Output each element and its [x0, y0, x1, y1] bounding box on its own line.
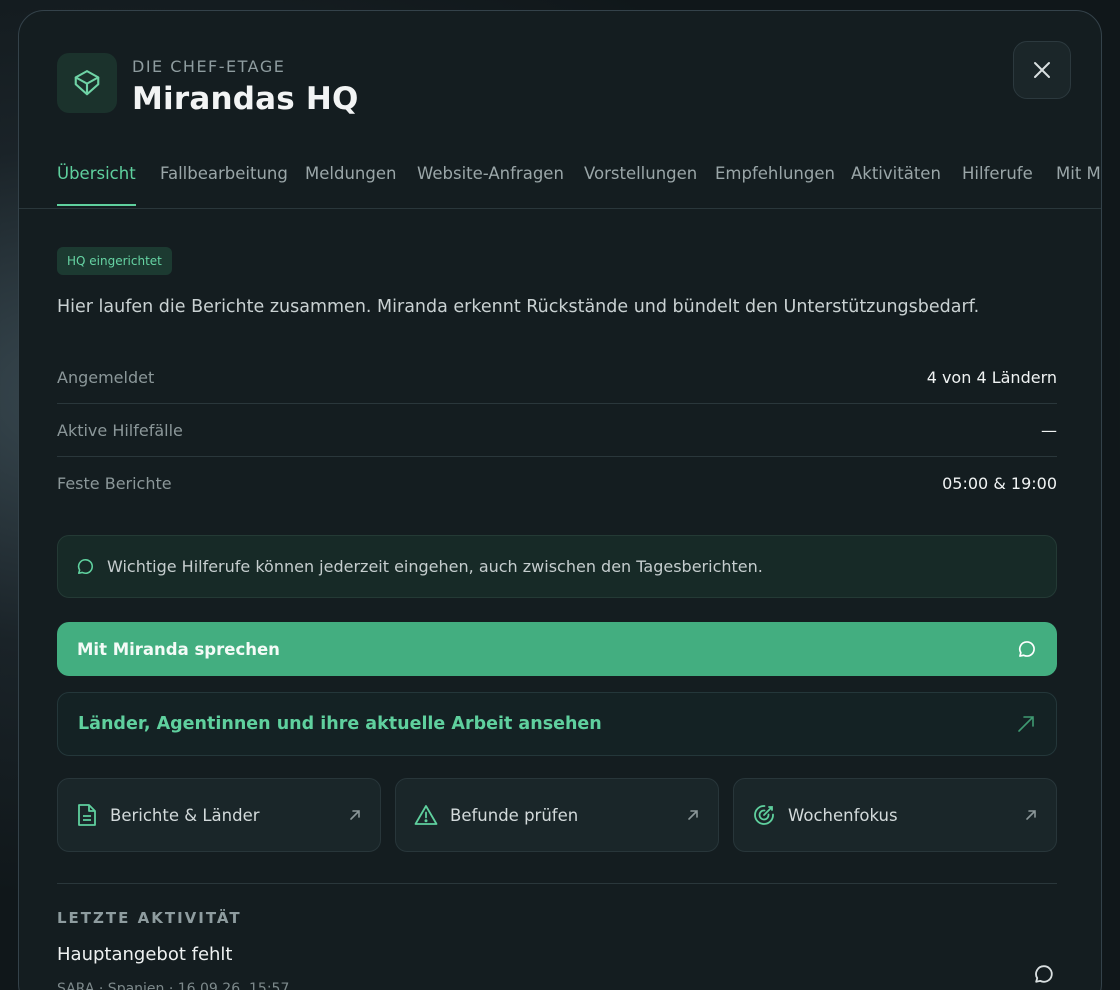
activity-chat-button[interactable]	[1033, 963, 1055, 985]
stat-label: Feste Berichte	[57, 474, 172, 493]
stat-value: —	[1041, 420, 1057, 440]
info-notice: Wichtige Hilferufe können jederzeit eing…	[57, 535, 1057, 598]
card-reports-countries[interactable]: Berichte & Länder	[57, 778, 381, 852]
card-review-findings[interactable]: Befunde prüfen	[395, 778, 719, 852]
target-icon	[754, 805, 774, 825]
stats-list: Angemeldet 4 von 4 Ländern Aktive Hilfef…	[57, 351, 1057, 510]
header-eyebrow: DIE CHEF-ETAGE	[132, 57, 286, 76]
tab-bar: Übersicht Fallbearbeitung Meldungen Webs…	[19, 161, 1101, 209]
arrow-up-right-icon	[350, 810, 360, 820]
stat-label: Aktive Hilfefälle	[57, 420, 183, 440]
tab-fallbearbeitung[interactable]: Fallbearbeitung	[160, 164, 288, 204]
chat-bubble-icon	[76, 557, 95, 576]
card-weekly-focus[interactable]: Wochenfokus	[733, 778, 1057, 852]
stat-row: Feste Berichte 05:00 & 19:00	[57, 457, 1057, 510]
tab-hilferufe[interactable]: Hilferufe	[962, 164, 1033, 204]
button-label: Länder, Agentinnen und ihre aktuelle Arb…	[78, 714, 602, 734]
stat-value: 05:00 & 19:00	[942, 474, 1057, 493]
tab-vorstellungen[interactable]: Vorstellungen	[584, 164, 697, 204]
activity-title: Hauptangebot fehlt	[57, 944, 233, 965]
stat-row: Angemeldet 4 von 4 Ländern	[57, 351, 1057, 404]
page-title: Mirandas HQ	[132, 81, 359, 117]
card-label: Befunde prüfen	[450, 805, 579, 825]
notice-text: Wichtige Hilferufe können jederzeit eing…	[107, 557, 763, 576]
tab-mit-miranda[interactable]: Mit Mi	[1056, 164, 1101, 204]
card-label: Wochenfokus	[788, 805, 898, 825]
arrow-up-right-icon	[1018, 716, 1034, 732]
modal-header: DIE CHEF-ETAGE Mirandas HQ	[57, 41, 1071, 133]
stat-row: Aktive Hilfefälle —	[57, 404, 1057, 457]
tab-meldungen[interactable]: Meldungen	[305, 164, 396, 204]
close-button[interactable]	[1013, 41, 1071, 99]
cube-icon	[74, 70, 100, 96]
stat-value: 4 von 4 Ländern	[926, 367, 1057, 387]
tab-uebersicht[interactable]: Übersicht	[57, 164, 136, 206]
recent-activity-heading: LETZTE AKTIVITÄT	[57, 909, 242, 927]
button-label: Mit Miranda sprechen	[77, 639, 280, 659]
talk-to-miranda-button[interactable]: Mit Miranda sprechen	[57, 622, 1057, 676]
tab-website-anfragen[interactable]: Website-Anfragen	[417, 164, 564, 204]
activity-meta: SARA · Spanien · 16.09.26, 15:57	[57, 981, 290, 990]
status-badge: HQ eingerichtet	[57, 247, 172, 275]
stat-label: Angemeldet	[57, 367, 155, 387]
tab-empfehlungen[interactable]: Empfehlungen	[715, 164, 835, 204]
logo-tile	[57, 53, 117, 113]
hq-modal: DIE CHEF-ETAGE Mirandas HQ Übersicht Fal…	[18, 10, 1102, 990]
arrow-up-right-icon	[1026, 810, 1036, 820]
close-icon	[1034, 62, 1050, 78]
intro-text: Hier laufen die Berichte zusammen. Miran…	[57, 297, 980, 317]
section-divider	[57, 883, 1057, 884]
document-icon	[78, 804, 96, 826]
card-label: Berichte & Länder	[110, 805, 260, 825]
quick-links: Berichte & Länder Befunde prüfen Wochenf	[57, 778, 1057, 852]
warning-icon	[414, 805, 438, 825]
chat-bubble-icon	[1018, 641, 1035, 657]
arrow-up-right-icon	[688, 810, 698, 820]
tab-aktivitaeten[interactable]: Aktivitäten	[851, 164, 941, 204]
chat-bubble-icon	[1035, 965, 1053, 983]
view-countries-agents-button[interactable]: Länder, Agentinnen und ihre aktuelle Arb…	[57, 692, 1057, 756]
